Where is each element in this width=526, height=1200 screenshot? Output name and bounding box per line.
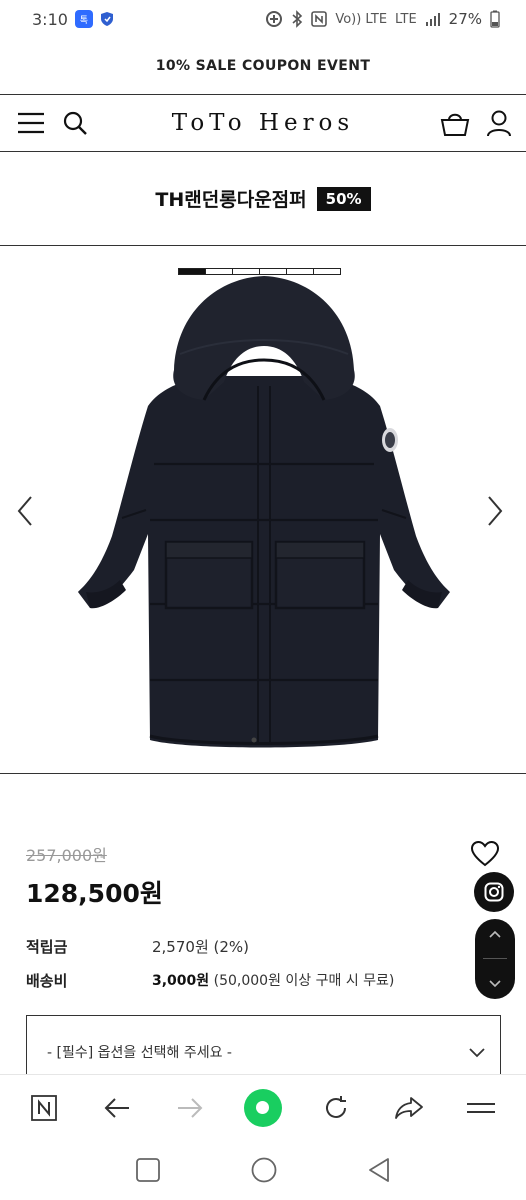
- shipping-row: 배송비 3,000원 (50,000원 이상 구매 시 무료): [26, 970, 394, 991]
- header-right: [440, 108, 514, 138]
- refresh-button[interactable]: [316, 1088, 356, 1128]
- search-button[interactable]: [60, 108, 90, 138]
- status-time: 3:10: [32, 9, 68, 29]
- site-logo[interactable]: ToTo Heros: [172, 110, 354, 136]
- browser-toolbar: [0, 1074, 526, 1140]
- back-button[interactable]: [97, 1088, 137, 1128]
- status-bar: 3:10 톡 Vo)) LTE LTE 27%: [0, 0, 526, 38]
- browser-menu-button[interactable]: [461, 1088, 501, 1128]
- product-image: [78, 276, 450, 748]
- shipping-fee: 3,000원: [152, 973, 210, 989]
- data-saver-icon: [266, 11, 283, 27]
- promo-text: 10% SALE COUPON EVENT: [155, 58, 371, 74]
- scroll-down-button[interactable]: [488, 979, 502, 989]
- cart-button[interactable]: [440, 108, 470, 138]
- product-name: TH랜던롱다운점퍼: [155, 189, 307, 211]
- option-placeholder: - [필수] 옵션을 선택해 주세요 -: [47, 1045, 232, 1061]
- original-price: 257,000원: [26, 846, 107, 865]
- network-indicator: LTE: [395, 11, 417, 27]
- chevron-down-icon: [469, 1048, 485, 1058]
- sale-price: 128,500원: [26, 879, 163, 908]
- scroll-divider: [483, 958, 507, 960]
- recent-apps-button[interactable]: [135, 1157, 161, 1183]
- heart-icon[interactable]: [470, 840, 500, 868]
- product-image-slider[interactable]: [0, 246, 526, 774]
- shipping-label: 배송비: [26, 972, 68, 990]
- nfc-icon: [311, 11, 328, 27]
- menu-button[interactable]: [16, 108, 46, 138]
- battery-percent: 27%: [448, 10, 482, 28]
- account-button[interactable]: [484, 108, 514, 138]
- points-row: 적립금 2,570원 (2%): [26, 936, 249, 957]
- refresh-icon: [325, 1095, 346, 1118]
- status-right: Vo)) LTE LTE 27%: [265, 10, 500, 28]
- signal-icon: [425, 13, 440, 26]
- scroll-controls: [475, 919, 515, 999]
- scroll-up-button[interactable]: [488, 929, 502, 939]
- hamburger-icon: [467, 1102, 496, 1113]
- shipping-value: 3,000원 (50,000원 이상 구매 시 무료): [152, 970, 394, 991]
- naver-n-icon: [31, 1094, 58, 1121]
- product-title-row: TH랜던롱다운점퍼 50%: [0, 152, 526, 246]
- header-left: [16, 108, 90, 138]
- instagram-icon: [484, 882, 504, 902]
- shipping-note: (50,000원 이상 구매 시 무료): [213, 973, 395, 989]
- next-image-button[interactable]: [484, 494, 506, 528]
- user-icon: [487, 110, 511, 137]
- points-label: 적립금: [26, 938, 68, 956]
- shield-icon: [100, 12, 113, 26]
- back-nav-button[interactable]: [367, 1157, 391, 1183]
- arrow-left-icon: [104, 1097, 130, 1118]
- points-value: 2,570원 (2%): [152, 938, 250, 956]
- share-icon: [394, 1096, 423, 1119]
- discount-badge: 50%: [316, 186, 371, 211]
- site-header: ToTo Heros: [0, 94, 526, 152]
- menu-icon: [18, 112, 44, 134]
- forward-button[interactable]: [170, 1088, 210, 1128]
- battery-icon: [490, 10, 500, 28]
- bluetooth-icon: [292, 10, 303, 28]
- volte-indicator: Vo)) LTE: [335, 11, 388, 27]
- share-button[interactable]: [389, 1088, 429, 1128]
- arrow-right-icon: [178, 1097, 203, 1118]
- system-nav-bar: [0, 1140, 526, 1200]
- promo-banner[interactable]: 10% SALE COUPON EVENT: [0, 38, 526, 94]
- home-button[interactable]: [243, 1088, 283, 1128]
- green-dot-icon: [243, 1088, 282, 1127]
- search-icon: [63, 111, 87, 135]
- bag-icon: [440, 113, 470, 136]
- home-nav-button[interactable]: [250, 1156, 278, 1184]
- naver-button[interactable]: [24, 1088, 64, 1128]
- status-left: 3:10 톡: [32, 10, 114, 29]
- prev-image-button[interactable]: [14, 494, 36, 528]
- instagram-button[interactable]: [474, 872, 514, 912]
- app-notification-icon: 톡: [74, 10, 93, 28]
